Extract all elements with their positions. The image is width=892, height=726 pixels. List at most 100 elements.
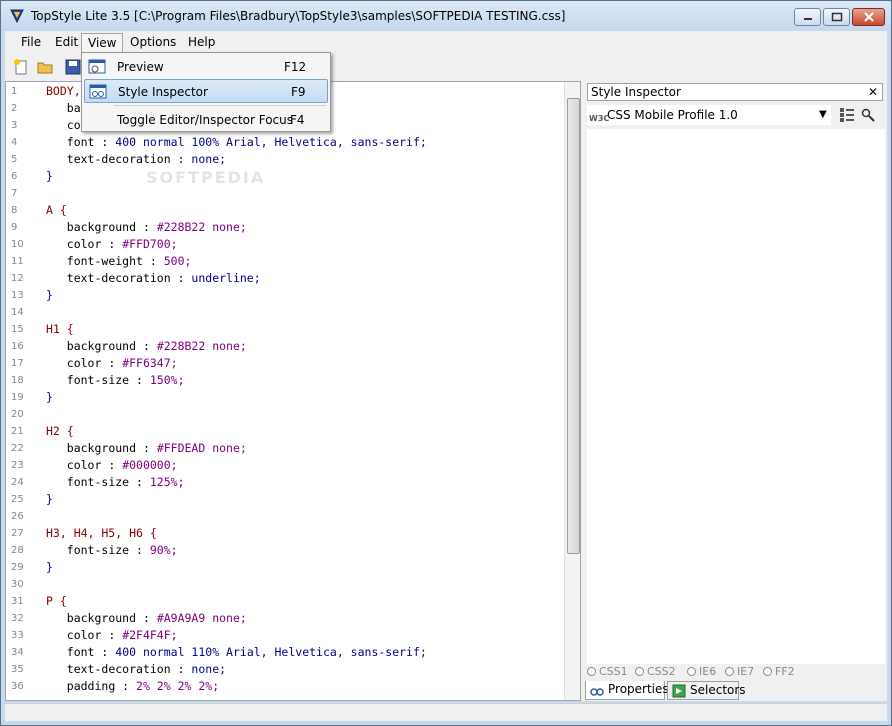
- css-profile-dropdown[interactable]: W3C CSS Mobile Profile 1.0 ▼: [587, 105, 831, 125]
- menu-edit[interactable]: Edit: [49, 33, 84, 52]
- value: none;: [191, 662, 227, 676]
- code-line: background : #228B22 none;: [66, 339, 247, 353]
- main-window: TopStyle Lite 3.5 [C:\Program Files\Brad…: [0, 0, 892, 726]
- close-window-button[interactable]: [852, 8, 885, 26]
- window-title: TopStyle Lite 3.5 [C:\Program Files\Brad…: [31, 9, 566, 23]
- property: font: [66, 135, 95, 149]
- code-line: font : 400 normal 100% Arial, Helvetica,…: [66, 135, 427, 149]
- code-line: }: [46, 390, 53, 404]
- softpedia-watermark: SOFTPEDIA: [146, 168, 266, 187]
- menu-view[interactable]: View: [81, 33, 124, 52]
- menu-item-style-inspector[interactable]: Style Inspector F9: [84, 79, 328, 103]
- property: font-size: [66, 475, 130, 489]
- property: font-weight: [66, 254, 143, 268]
- value: 400 normal 100% Arial, Helvetica, sans-s…: [115, 135, 427, 149]
- inspector-content-area[interactable]: [587, 129, 885, 664]
- close-panel-icon[interactable]: ✕: [868, 84, 878, 100]
- save-button[interactable]: [63, 57, 83, 77]
- radio-css1[interactable]: CSS1: [587, 665, 628, 678]
- line-number: 19: [11, 392, 24, 403]
- open-file-button[interactable]: [35, 57, 55, 77]
- code-line: font-size : 125%;: [66, 475, 185, 489]
- code-line: font-size : 90%;: [66, 543, 178, 557]
- line-number: 2: [11, 103, 18, 114]
- property: background: [66, 611, 137, 625]
- scrollbar-thumb[interactable]: [567, 98, 580, 554]
- view-list-icon[interactable]: [839, 107, 855, 123]
- value: none;: [191, 152, 227, 166]
- property: color: [66, 628, 102, 642]
- brace: }: [46, 492, 53, 506]
- menu-item-shortcut: F12: [284, 60, 307, 74]
- code-line: }: [46, 560, 53, 574]
- line-number: 16: [11, 341, 24, 352]
- value: #FFDEAD none;: [156, 441, 247, 455]
- menu-help[interactable]: Help: [182, 33, 221, 52]
- value: #000000;: [122, 458, 178, 472]
- search-icon[interactable]: [861, 107, 877, 123]
- radio-ie7[interactable]: IE7: [725, 665, 754, 678]
- property: font-size: [66, 373, 130, 387]
- new-file-button[interactable]: [11, 57, 31, 77]
- code-line: text-decoration : none;: [66, 662, 227, 676]
- property: text-decoration: [66, 662, 171, 676]
- property: text-decoration: [66, 152, 171, 166]
- selector: H2 {: [46, 424, 74, 438]
- line-number: 33: [11, 630, 24, 641]
- tab-selectors[interactable]: Selectors: [667, 681, 746, 700]
- line-number: 8: [11, 205, 18, 216]
- maximize-icon: [831, 12, 842, 22]
- menu-item-preview[interactable]: Preview F12: [84, 55, 328, 79]
- property: ba: [66, 101, 81, 115]
- profile-row: W3C CSS Mobile Profile 1.0 ▼: [587, 105, 883, 125]
- line-number: 28: [11, 545, 24, 556]
- maximize-button[interactable]: [823, 8, 850, 26]
- radio-circle: [725, 667, 734, 676]
- code-line: padding : 2% 2% 2% 2%;: [66, 679, 220, 693]
- brace: }: [46, 560, 53, 574]
- tab-label: Selectors: [690, 683, 746, 697]
- line-number: 10: [11, 239, 24, 250]
- property: color: [66, 237, 102, 251]
- menu-options[interactable]: Options: [124, 33, 182, 52]
- code-editor[interactable]: SOFTPEDIA 1 2 3 4 5 6 7 8 9 10 11 12 13 14 15 16 17 18 19 2…: [5, 81, 581, 701]
- line-number: 25: [11, 494, 24, 505]
- line-number: 12: [11, 273, 24, 284]
- title-bar[interactable]: TopStyle Lite 3.5 [C:\Program Files\Brad…: [1, 1, 891, 31]
- menu-item-toggle-focus[interactable]: Toggle Editor/Inspector Focus F4: [84, 108, 328, 132]
- value: underline;: [191, 271, 261, 285]
- property: text-decoration: [66, 271, 171, 285]
- radio-label: CSS2: [647, 665, 676, 678]
- line-number: 18: [11, 375, 24, 386]
- status-bar: [5, 703, 887, 721]
- line-number: 26: [11, 511, 24, 522]
- code-line: color : #000000;: [66, 458, 178, 472]
- minimize-button[interactable]: [794, 8, 821, 26]
- menu-item-shortcut: F9: [291, 85, 306, 99]
- code-line: P {: [46, 594, 67, 608]
- code-line: font : 400 normal 110% Arial, Helvetica,…: [66, 645, 427, 659]
- folder-icon: [37, 62, 53, 74]
- radio-label: IE7: [737, 665, 755, 678]
- menu-file[interactable]: File: [15, 33, 47, 52]
- brace: }: [46, 390, 53, 404]
- property: color: [66, 458, 102, 472]
- editor-vertical-scrollbar[interactable]: [564, 82, 580, 700]
- property: padding: [66, 679, 116, 693]
- radio-ff2[interactable]: FF2: [763, 665, 795, 678]
- code-line: H3, H4, H5, H6 {: [46, 526, 157, 540]
- menu-separator: [114, 105, 326, 106]
- save-icon: [65, 59, 81, 75]
- tab-label: Properties: [608, 682, 669, 696]
- radio-ie6[interactable]: IE6: [687, 665, 716, 678]
- selector: P {: [46, 594, 67, 608]
- property: font: [66, 645, 95, 659]
- radio-css2[interactable]: CSS2: [635, 665, 676, 678]
- line-number: 23: [11, 460, 24, 471]
- line-number: 11: [11, 256, 24, 267]
- line-number: 24: [11, 477, 24, 488]
- code-line: background : #FFDEAD none;: [66, 441, 247, 455]
- value: #228B22 none;: [156, 220, 247, 234]
- value: 125%;: [149, 475, 185, 489]
- tab-properties[interactable]: Properties: [585, 681, 669, 700]
